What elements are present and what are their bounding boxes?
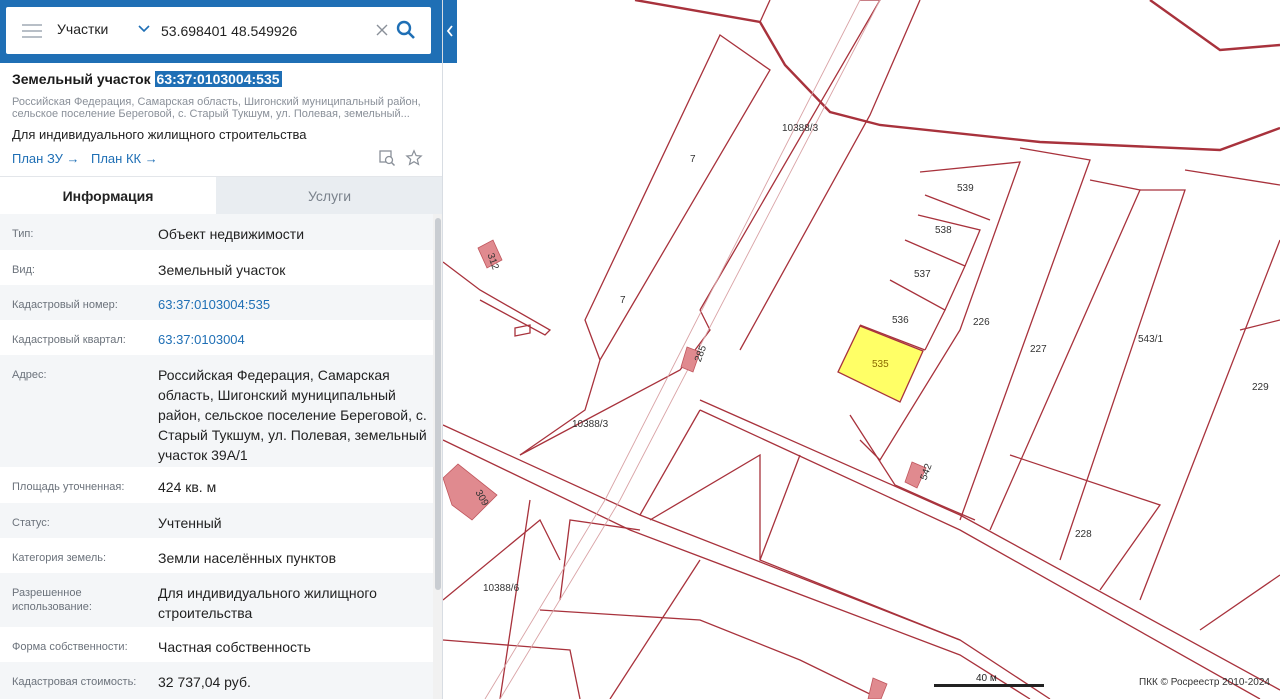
info-row: Кадастровый квартал: 63:37:0103004: [0, 320, 433, 355]
cadastral-number-link[interactable]: 63:37:0103004:535: [158, 295, 428, 315]
map-label: 285: [693, 344, 709, 364]
collapse-panel-button[interactable]: [443, 0, 457, 63]
info-row: Кадастровый номер: 63:37:0103004:535: [0, 285, 433, 320]
map-label: 226: [973, 317, 990, 328]
map-label: 542: [919, 462, 935, 482]
map-label: 7: [690, 154, 696, 165]
map-label: 543/1: [1138, 334, 1163, 345]
tabs: Информация Услуги: [0, 176, 442, 215]
info-panel: Участки Земельный участок 63:37:0103004:…: [0, 0, 443, 699]
scale-bar: [934, 684, 1044, 687]
map-label: 538: [935, 225, 952, 236]
chevron-left-icon: [446, 25, 453, 37]
map-label: 10388/6: [483, 583, 520, 594]
info-row: Форма собственности: Частная собственност…: [12, 639, 311, 655]
info-row: Категория земель: Земли населённых пункто…: [12, 550, 337, 566]
map-label: 229: [1252, 382, 1269, 393]
close-icon[interactable]: [374, 22, 390, 38]
search-box: Участки: [6, 7, 431, 54]
object-use: Для индивидуального жилищного строительс…: [12, 127, 307, 142]
info-row: Разрешенное использование: Для индивидуал…: [0, 573, 433, 627]
info-row: Площадь уточненная: 424 кв. м: [12, 479, 217, 495]
map-label: 539: [957, 183, 974, 194]
object-address: Российская Федерация, Самарская область,…: [12, 96, 421, 120]
copyright: ПКК © Росреестр 2010-2024: [1139, 677, 1270, 688]
info-row: Кадастровая стоимость: 32 737,04 руб.: [0, 662, 433, 699]
plan-kk-link[interactable]: План КК →: [91, 151, 158, 166]
info-row: Вид: Земельный участок: [12, 262, 286, 278]
tab-information[interactable]: Информация: [0, 177, 216, 215]
scale-label: 40 м: [976, 673, 997, 684]
building-309: [442, 463, 498, 521]
building-bottom: [867, 677, 888, 699]
info-row: Статус: Учтенный: [0, 503, 433, 538]
layer-select[interactable]: Участки: [57, 21, 108, 37]
star-icon[interactable]: [405, 149, 423, 167]
map-label: 227: [1030, 344, 1047, 355]
search-icon[interactable]: [395, 19, 417, 41]
cadastral-number-highlight: 63:37:0103004:535: [154, 71, 282, 87]
cadastral-quarter-link[interactable]: 63:37:0103004: [158, 330, 428, 350]
search-bar: Участки: [0, 0, 442, 63]
info-row: Тип: Объект недвижимости: [0, 214, 433, 250]
quarter-boundary-ne: [1149, 0, 1280, 52]
map-label: 10388/3: [572, 419, 609, 430]
info-table: Тип: Объект недвижимости Вид: Земельный уч…: [0, 214, 433, 699]
map-label: 537: [914, 269, 931, 280]
search-input[interactable]: [161, 18, 366, 44]
map-label: 10388/3: [782, 123, 819, 134]
map-label: 228: [1075, 529, 1092, 540]
map-label: 536: [892, 315, 909, 326]
map-label: 7: [620, 295, 626, 306]
zoom-to-object-icon[interactable]: [378, 149, 396, 167]
plan-zu-link[interactable]: План ЗУ →: [12, 151, 80, 166]
info-row: Адрес: Российская Федерация, Самарская об…: [0, 355, 433, 467]
scrollbar-thumb[interactable]: [435, 218, 441, 590]
map-label: 535: [872, 359, 889, 370]
chevron-down-icon[interactable]: [137, 21, 151, 35]
scrollbar[interactable]: [433, 214, 442, 699]
menu-icon[interactable]: [22, 24, 42, 38]
tab-services[interactable]: Услуги: [216, 177, 442, 215]
object-title: Земельный участок 63:37:0103004:535: [12, 71, 282, 87]
